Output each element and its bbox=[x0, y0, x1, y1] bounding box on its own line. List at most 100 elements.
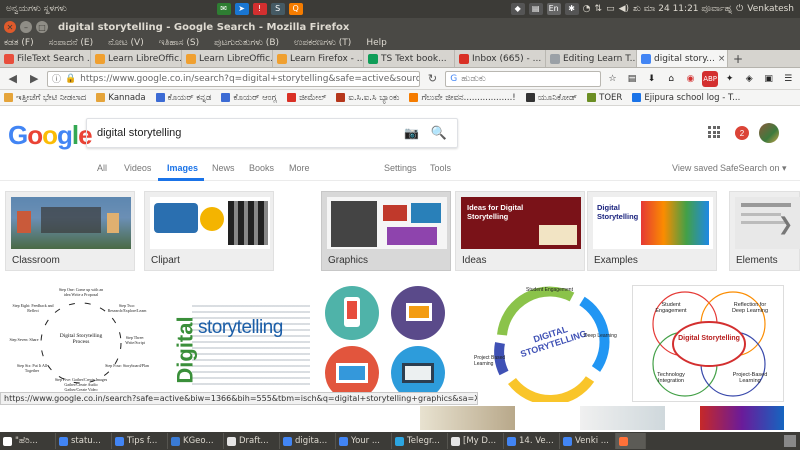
bluetooth-icon[interactable]: ✱ bbox=[564, 3, 579, 15]
panel-menu[interactable]: ಅನ್ವಯಗಳು ಸ್ಥಳಗಳು bbox=[0, 4, 217, 14]
keyboard-indicator[interactable]: En bbox=[546, 3, 561, 15]
chevron-right-icon[interactable]: ❯ bbox=[778, 214, 793, 235]
abp-icon[interactable]: ABP bbox=[702, 70, 718, 87]
avatar[interactable] bbox=[759, 123, 779, 143]
wifi-icon[interactable]: ◔ bbox=[583, 4, 591, 14]
extension-icon[interactable]: ◈ bbox=[741, 71, 757, 87]
hamburger-menu-icon[interactable]: ☰ bbox=[780, 71, 796, 87]
taskbar-item-firefox[interactable] bbox=[616, 433, 646, 449]
chip-classroom[interactable]: Classroom bbox=[5, 191, 135, 271]
tab-books[interactable]: Books bbox=[249, 163, 274, 173]
taskbar-item[interactable]: KGeo... bbox=[168, 433, 224, 449]
google-search-input[interactable]: digital storytelling 📷 🔍 bbox=[86, 118, 458, 148]
taskbar-item[interactable]: 14. Ve... bbox=[504, 433, 560, 449]
battery-icon[interactable]: ▭ bbox=[606, 4, 615, 14]
tab-filetext[interactable]: FileText Search ... bbox=[0, 50, 91, 67]
forward-icon[interactable]: ▶ bbox=[25, 71, 42, 87]
extension-icon[interactable]: ▣ bbox=[761, 71, 777, 87]
chip-examples[interactable]: Digital Storytelling Examples bbox=[587, 191, 717, 271]
taskbar-item[interactable]: Draft... bbox=[224, 433, 280, 449]
chip-ideas[interactable]: Ideas for Digital Storytelling Ideas bbox=[455, 191, 585, 271]
tab-ts-textbook[interactable]: TS Text book... bbox=[364, 50, 455, 67]
menu-tools[interactable]: ಉಪಕರಣಗಳು (T) bbox=[294, 38, 351, 48]
image-result[interactable] bbox=[700, 406, 784, 430]
chip-clipart[interactable]: Clipart bbox=[144, 191, 274, 271]
image-result[interactable]: Digital Storytelling Student Engagement … bbox=[632, 285, 784, 402]
tab-videos[interactable]: Videos bbox=[124, 163, 151, 173]
taskbar-item[interactable]: [My D... bbox=[448, 433, 504, 449]
telegram-icon[interactable]: ➤ bbox=[234, 3, 249, 15]
dropbox-icon[interactable]: ◆ bbox=[510, 3, 525, 15]
image-result[interactable]: DIGITAL STORYTELLING Student Engagement … bbox=[472, 285, 627, 402]
bookmark-koyar-english[interactable]: ಕೊಯರ್ ಆಂಗ್ಲ bbox=[221, 93, 277, 103]
apps-grid-icon[interactable] bbox=[708, 126, 720, 138]
clock[interactable]: ಶು ಮಾ 24 11:21 ಪೂರ್ವಾಹ್ನ bbox=[633, 4, 732, 14]
bookmark-geluve[interactable]: ಗೆಲುವೇ ಜೀವನ..................! bbox=[409, 93, 516, 103]
reload-icon[interactable]: ↻ bbox=[424, 71, 441, 87]
image-result[interactable] bbox=[580, 406, 665, 430]
menu-help[interactable]: Help bbox=[366, 38, 387, 48]
home-icon[interactable]: ⌂ bbox=[663, 71, 679, 87]
back-icon[interactable]: ◀ bbox=[4, 71, 21, 87]
pocket-icon[interactable]: ◉ bbox=[683, 71, 699, 87]
power-icon[interactable]: ⏻ bbox=[736, 4, 743, 14]
menu-edit[interactable]: ಸಂಪಾದನೆ (E) bbox=[49, 38, 93, 48]
camera-icon[interactable]: 📷 bbox=[404, 126, 419, 140]
tab-more[interactable]: More bbox=[289, 163, 310, 173]
search-icon[interactable]: 🔍 bbox=[431, 125, 447, 141]
settings-link[interactable]: Settings bbox=[384, 163, 417, 173]
search-bar[interactable]: G ಹುಡುಕು bbox=[445, 70, 601, 87]
taskbar-item[interactable]: Venki ... bbox=[560, 433, 616, 449]
url-bar[interactable]: ⓘ 🔒 https://www.google.co.in/search?q=di… bbox=[46, 70, 420, 87]
paste-icon[interactable]: ▤ bbox=[528, 3, 543, 15]
tab-images[interactable]: Images bbox=[167, 163, 198, 173]
chat-icon[interactable]: ✉ bbox=[216, 3, 231, 15]
maximize-window-icon[interactable]: □ bbox=[36, 21, 48, 33]
tab-libreoffice-2[interactable]: Learn LibreOffic... bbox=[182, 50, 273, 67]
view-saved-link[interactable]: View saved bbox=[672, 163, 718, 173]
taskbar-item[interactable]: digita... bbox=[280, 433, 336, 449]
network-arrows-icon[interactable]: ⇅ bbox=[595, 4, 603, 14]
search-app-icon[interactable]: Q bbox=[288, 3, 303, 15]
taskbar-item[interactable]: Your ... bbox=[336, 433, 392, 449]
bookmark-koyar-kannada[interactable]: ಕೊಯರ್ ಕನ್ನಡ bbox=[155, 93, 211, 103]
bookmark-ejipura[interactable]: Ejipura school log - T... bbox=[632, 93, 740, 103]
menu-history[interactable]: ಇತಿಹಾಸ (S) bbox=[159, 38, 199, 48]
minimize-window-icon[interactable]: – bbox=[20, 21, 32, 33]
close-tab-icon[interactable]: × bbox=[718, 54, 726, 64]
bookmark-toer[interactable]: TOER bbox=[587, 93, 622, 103]
bookmark-unicode[interactable]: ಯೂನಿಕೋಡ್ bbox=[525, 93, 577, 103]
extension-icon[interactable]: ✦ bbox=[722, 71, 738, 87]
tools-link[interactable]: Tools bbox=[430, 163, 451, 173]
menu-bookmarks[interactable]: ಪುಟಗುರುತುಗಳು (B) bbox=[214, 38, 279, 48]
image-result[interactable] bbox=[420, 406, 515, 430]
bookmark-icici[interactable]: ಐ.ಸಿ.ಐ.ಸಿ ಬ್ಯಾಂಕು bbox=[336, 93, 399, 103]
menu-file[interactable]: ಕಡತ (F) bbox=[4, 38, 34, 48]
new-tab-button[interactable]: + bbox=[728, 50, 748, 67]
taskbar-item[interactable]: Telegr... bbox=[392, 433, 448, 449]
safesearch-toggle[interactable]: SafeSearch on ▾ bbox=[720, 163, 787, 174]
taskbar-item[interactable]: statu... bbox=[56, 433, 112, 449]
tab-all[interactable]: All bbox=[97, 163, 107, 173]
bookmark-recent[interactable]: ಇತ್ತೀಚೆಗೆ ಭೇಟಿ ನೀಡಲಾದ bbox=[4, 93, 86, 103]
bookmark-star-icon[interactable]: ☆ bbox=[605, 71, 621, 87]
menu-view[interactable]: ನೋಟ (V) bbox=[108, 38, 144, 48]
tab-editing-learn[interactable]: Editing Learn T... bbox=[546, 50, 637, 67]
warning-icon[interactable]: ! bbox=[252, 3, 267, 15]
image-result[interactable] bbox=[320, 285, 465, 402]
info-icon[interactable]: ⓘ bbox=[52, 72, 61, 85]
trash-icon[interactable] bbox=[784, 435, 796, 447]
taskbar-item[interactable]: "ಹೆರಿ... bbox=[0, 433, 56, 449]
tab-digital-storytelling[interactable]: digital story... × bbox=[637, 50, 728, 67]
bookmark-gmail[interactable]: ಜೀಮೇಲ್ bbox=[287, 93, 326, 103]
image-result[interactable]: storytelling Digital bbox=[162, 285, 315, 402]
chip-graphics[interactable]: Graphics bbox=[321, 191, 451, 271]
volume-icon[interactable]: ◀) bbox=[619, 4, 629, 14]
user-name[interactable]: Venkatesh bbox=[747, 4, 794, 14]
close-window-icon[interactable]: ✕ bbox=[4, 21, 16, 33]
taskbar-item[interactable]: Tips f... bbox=[112, 433, 168, 449]
tab-learn-firefox[interactable]: Learn Firefox - ... bbox=[273, 50, 364, 67]
download-icon[interactable]: ⬇ bbox=[644, 71, 660, 87]
notification-badge[interactable]: 2 bbox=[735, 126, 749, 140]
tab-inbox[interactable]: Inbox (665) - ... bbox=[455, 50, 546, 67]
